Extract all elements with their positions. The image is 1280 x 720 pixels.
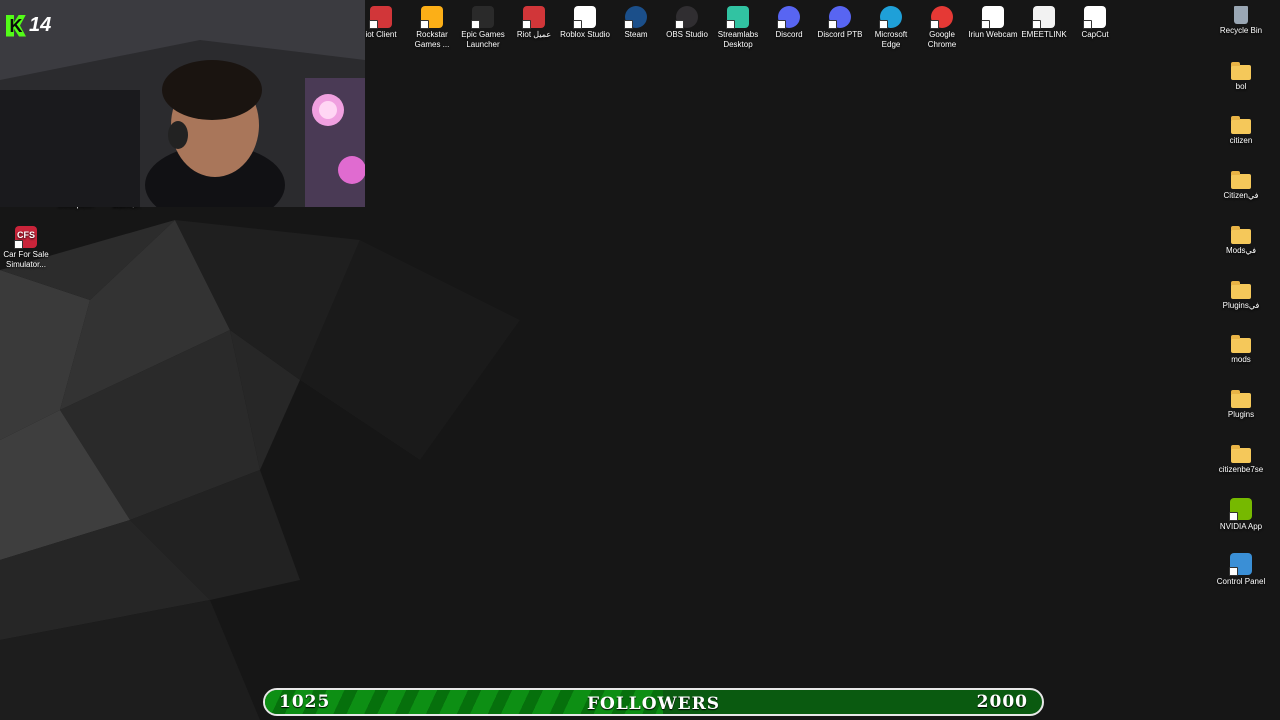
desktop-icon-label: Discord PTB [817, 30, 863, 39]
desktop-icon-folder[interactable]: bol [1215, 61, 1267, 92]
folder-icon [1231, 61, 1251, 80]
rockstar-games-icon [420, 6, 443, 29]
folder-icon [1231, 335, 1251, 354]
desktop-icon-folder[interactable]: Pluginsفي [1215, 280, 1267, 311]
riot-client-icon [522, 6, 545, 29]
edge-icon [879, 6, 902, 29]
desktop-icon-label: Microsoft Edge [874, 30, 908, 49]
desktop-icon-label: Citizenفي [1223, 191, 1259, 201]
desktop-icon-discord[interactable]: Discord [763, 6, 815, 40]
discord-ptb-icon [828, 6, 851, 29]
steam-icon [624, 6, 647, 29]
desktop-icon-folder[interactable]: Citizenفي [1215, 170, 1267, 201]
folder-icon [1231, 444, 1251, 463]
desktop-icon-folder[interactable]: Modsفي [1215, 225, 1267, 256]
desktop-icon-roblox-studio[interactable]: Roblox Studio [559, 6, 611, 40]
desktop-icon-label: CapCut [1081, 30, 1109, 39]
desktop-icon-label: Streamlabs Desktop [717, 30, 759, 49]
desktop-icon-obs-studio[interactable]: OBS Studio [661, 6, 713, 40]
desktop-icon-label: Car For Sale Simulator... [3, 250, 49, 269]
viewer-count: 14 [29, 14, 52, 36]
obs-studio-icon [675, 6, 698, 29]
desktop-icon-label: citizen [1229, 136, 1253, 146]
webcam-overlay [0, 0, 365, 207]
desktop-icon-control-panel[interactable]: Control Panel [1215, 553, 1267, 587]
desktop-icon-label: Google Chrome [927, 30, 957, 49]
desktop-icon-capcut[interactable]: CapCut [1069, 6, 1121, 40]
riot-client-icon [369, 6, 392, 29]
desktop-icon-label: Epic Games Launcher [461, 30, 505, 49]
car-for-sale-icon: CFS [14, 226, 37, 249]
epic-games-icon [471, 6, 494, 29]
desktop-icon-label: Plugins [1227, 409, 1255, 419]
goal-label: FOLLOWERS [586, 694, 721, 714]
iriun-webcam-icon [981, 6, 1004, 29]
desktop-icon-chrome[interactable]: Google Chrome [916, 6, 968, 50]
desktop-icon-label: citizenbe7se [1218, 464, 1264, 474]
chrome-icon [930, 6, 953, 29]
desktop-icon-rockstar-games[interactable]: Rockstar Games ... [406, 6, 458, 50]
capcut-icon [1083, 6, 1106, 29]
desktop-icon-label: NVIDIA App [1219, 522, 1263, 532]
kick-viewer-badge: K 14 [6, 14, 51, 37]
folder-icon [1231, 225, 1251, 244]
desktop-icon-file[interactable]: EMEETLINK [1018, 6, 1070, 40]
nvidia-icon [1229, 498, 1252, 522]
file-icon [1032, 6, 1055, 29]
desktop-icon-edge[interactable]: Microsoft Edge [865, 6, 917, 50]
desktop-icon-label: mods [1231, 355, 1251, 365]
desktop-icon-folder[interactable]: Plugins [1215, 389, 1267, 420]
folder-icon [1231, 171, 1251, 190]
desktop-icon-label: Iriun Webcam [968, 30, 1018, 39]
desktop-icon-car-for-sale[interactable]: CFS Car For Sale Simulator... [0, 226, 52, 270]
desktop-icon-label: EMEETLINK [1021, 30, 1067, 39]
desktop-icon-steam[interactable]: Steam [610, 6, 662, 40]
desktop-icon-folder[interactable]: citizenbe7se [1215, 444, 1267, 475]
desktop-icon-streamlabs[interactable]: Streamlabs Desktop [712, 6, 764, 50]
desktop-icon-nvidia[interactable]: NVIDIA App [1215, 498, 1267, 532]
desktop-icon-label: Roblox Studio [560, 30, 610, 39]
desktop-icon-label: Recycle Bin [1219, 26, 1263, 35]
streamlabs-icon [726, 6, 749, 29]
discord-icon [777, 6, 800, 29]
desktop-icon-label: Riot عميل [516, 30, 552, 39]
desktop-icon-discord-ptb[interactable]: Discord PTB [814, 6, 866, 40]
roblox-studio-icon [573, 6, 596, 29]
desktop-icon-label: Modsفي [1225, 245, 1257, 255]
desktop-icon-label: Control Panel [1216, 577, 1266, 586]
desktop-icon-label: Rockstar Games ... [414, 30, 450, 49]
followers-goal-bar: 1025 FOLLOWERS 2000 [263, 688, 1044, 716]
recycle-bin-icon [1234, 6, 1248, 24]
desktop-icon-label: Steam [624, 30, 648, 39]
folder-icon [1231, 116, 1251, 135]
desktop-icon-riot-client[interactable]: Riot عميل [508, 6, 560, 40]
desktop-icon-label: Pluginsفي [1222, 300, 1260, 310]
folder-icon [1231, 280, 1251, 299]
desktop-icon-folder[interactable]: mods [1215, 334, 1267, 365]
desktop-icon-label: OBS Studio [666, 30, 708, 39]
desktop-icon-iriun-webcam[interactable]: Iriun Webcam [967, 6, 1019, 40]
control-panel-icon [1229, 553, 1252, 576]
desktop-icon-label: Discord [775, 30, 803, 39]
folder-icon [1231, 389, 1251, 408]
kick-logo-icon: K [6, 14, 26, 37]
desktop-icon-epic-games[interactable]: Epic Games Launcher [457, 6, 509, 50]
desktop-icon-recycle-bin[interactable]: Recycle Bin [1215, 6, 1267, 36]
desktop-icon-label: bol [1235, 81, 1247, 91]
desktop-icon-folder[interactable]: citizen [1215, 115, 1267, 146]
